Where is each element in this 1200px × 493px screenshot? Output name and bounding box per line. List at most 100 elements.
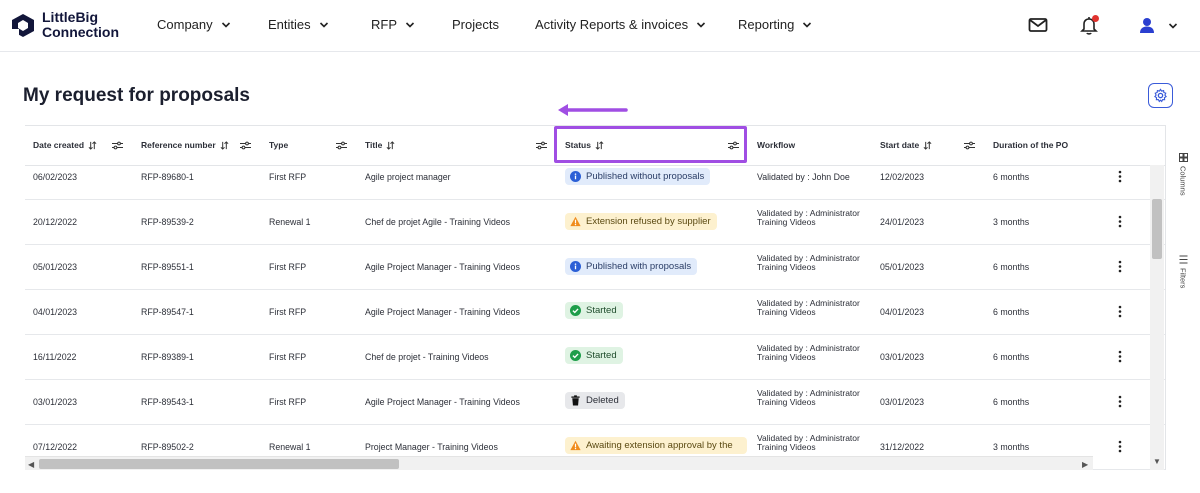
status-label: Deleted	[586, 395, 619, 406]
vertical-scroll-thumb[interactable]	[1152, 199, 1162, 259]
table-row[interactable]: 20/12/2022 RFP-89539-2 Renewal 1 Chef de…	[25, 200, 1165, 245]
table-row[interactable]: 05/01/2023 RFP-89551-1 First RFP Agile P…	[25, 245, 1165, 290]
column-header-reference-number[interactable]: Reference number	[141, 140, 229, 150]
column-header-label: Start date	[880, 140, 920, 150]
cell-type: First RFP	[269, 397, 307, 407]
cell-date-created: 04/01/2023	[33, 307, 78, 317]
table-row[interactable]: 03/01/2023 RFP-89543-1 First RFP Agile P…	[25, 380, 1165, 425]
cell-reference-number[interactable]: RFP-89680-1	[141, 172, 194, 182]
horizontal-scroll-thumb[interactable]	[39, 459, 399, 469]
cell-workflow: Validated by : Administrator Training Vi…	[757, 433, 860, 453]
filters-tab[interactable]: Filters	[1168, 255, 1198, 288]
status-label: Published without proposals	[586, 171, 705, 182]
cell-type: First RFP	[269, 352, 307, 362]
logo[interactable]: LittleBig Connection	[10, 9, 140, 43]
column-header-workflow[interactable]: Workflow	[757, 140, 795, 150]
vertical-scrollbar[interactable]: ▼	[1150, 165, 1164, 470]
column-header-date-created[interactable]: Date created	[33, 140, 97, 150]
column-header-label: Duration of the PO	[993, 140, 1069, 150]
settings-button[interactable]	[1148, 83, 1173, 108]
columns-tab[interactable]: Columns	[1168, 153, 1198, 196]
nav-activity-reports[interactable]: Activity Reports & invoices	[535, 17, 706, 32]
filter-sliders-icon[interactable]	[964, 141, 975, 150]
nav-projects[interactable]: Projects	[452, 17, 499, 32]
scroll-right-icon[interactable]: ▶	[1082, 460, 1088, 469]
more-actions-icon[interactable]	[1118, 305, 1122, 318]
nav-rfp[interactable]: RFP	[371, 17, 415, 32]
top-navigation: LittleBig Connection Company Entities RF…	[0, 0, 1200, 52]
nav-company[interactable]: Company	[157, 17, 231, 32]
horizontal-scrollbar[interactable]: ◀ ▶	[25, 456, 1093, 470]
cell-title[interactable]: Agile project manager	[365, 172, 451, 182]
more-actions-icon[interactable]	[1118, 395, 1122, 408]
nav-reporting[interactable]: Reporting	[738, 17, 812, 32]
chevron-down-icon	[319, 21, 328, 28]
status-badge: Published without proposals	[565, 168, 711, 185]
more-actions-icon[interactable]	[1118, 260, 1122, 273]
mail-icon[interactable]	[1027, 14, 1049, 36]
cell-reference-number[interactable]: RFP-89502-2	[141, 442, 194, 452]
filters-tab-label: Filters	[1178, 268, 1188, 289]
cell-reference-number[interactable]: RFP-89547-1	[141, 307, 194, 317]
table-row[interactable]: 04/01/2023 RFP-89547-1 First RFP Agile P…	[25, 290, 1165, 335]
cell-duration: 6 months	[993, 262, 1030, 272]
status-badge: Deleted	[565, 392, 625, 409]
column-header-duration[interactable]: Duration of the PO	[993, 140, 1068, 150]
cell-title[interactable]: Chef de projet Agile - Training Videos	[365, 217, 510, 227]
filter-sliders-icon[interactable]	[240, 141, 251, 150]
cell-duration: 6 months	[993, 307, 1030, 317]
column-header-label: Reference number	[141, 140, 216, 150]
column-header-title[interactable]: Title	[365, 140, 395, 150]
cell-workflow: Validated by : Administrator Training Vi…	[757, 253, 860, 273]
table-row[interactable]: 16/11/2022 RFP-89389-1 First RFP Chef de…	[25, 335, 1165, 380]
filter-sliders-icon[interactable]	[336, 141, 347, 150]
sort-icon[interactable]	[923, 140, 932, 150]
cell-title[interactable]: Agile Project Manager - Training Videos	[365, 397, 520, 407]
sort-icon[interactable]	[220, 140, 229, 150]
status-badge: Published with proposals	[565, 258, 698, 275]
cell-reference-number[interactable]: RFP-89389-1	[141, 352, 194, 362]
cell-start-date: 31/12/2022	[880, 442, 925, 452]
columns-tab-label: Columns	[1178, 166, 1188, 196]
annotation-arrow-icon	[558, 104, 628, 116]
chevron-down-icon	[697, 21, 706, 28]
cell-reference-number[interactable]: RFP-89551-1	[141, 262, 194, 272]
more-actions-icon[interactable]	[1118, 440, 1122, 453]
cell-reference-number[interactable]: RFP-89539-2	[141, 217, 194, 227]
cell-title[interactable]: Agile Project Manager - Training Videos	[365, 307, 520, 317]
column-header-type[interactable]: Type	[269, 140, 288, 150]
scroll-left-icon[interactable]: ◀	[28, 460, 34, 469]
cell-type: Renewal 1	[269, 442, 311, 452]
user-icon[interactable]	[1136, 14, 1158, 36]
logo-text: LittleBig Connection	[42, 10, 119, 40]
more-actions-icon[interactable]	[1118, 350, 1122, 363]
status-badge: Awaiting extension approval by the	[565, 437, 747, 454]
cell-type: First RFP	[269, 262, 307, 272]
nav-entities[interactable]: Entities	[268, 17, 329, 32]
cell-workflow: Validated by : Administrator Training Vi…	[757, 343, 860, 363]
filter-sliders-icon[interactable]	[536, 141, 547, 150]
cell-reference-number[interactable]: RFP-89543-1	[141, 397, 194, 407]
column-header-label: Date created	[33, 140, 85, 150]
cell-date-created: 06/02/2023	[33, 172, 78, 182]
nav-rfp-label: RFP	[371, 17, 397, 32]
chevron-down-icon[interactable]	[1168, 21, 1178, 31]
chevron-down-icon	[405, 21, 415, 28]
cell-type: Renewal 1	[269, 217, 311, 227]
column-header-start-date[interactable]: Start date	[880, 140, 932, 150]
scroll-down-icon[interactable]: ▼	[1153, 457, 1161, 466]
filter-sliders-icon[interactable]	[112, 141, 123, 150]
side-tool-panel: Columns Filters	[1165, 125, 1200, 470]
cell-date-created: 16/11/2022	[33, 352, 77, 362]
more-actions-icon[interactable]	[1118, 215, 1122, 228]
status-badge: Started	[565, 302, 623, 319]
cell-start-date: 24/01/2023	[880, 217, 925, 227]
table-row[interactable]: 06/02/2023 RFP-89680-1 First RFP Agile p…	[25, 154, 1165, 200]
sort-icon[interactable]	[88, 140, 97, 150]
cell-title[interactable]: Project Manager - Training Videos	[365, 442, 498, 452]
more-actions-icon[interactable]	[1118, 170, 1122, 183]
sort-icon[interactable]	[386, 140, 395, 150]
cell-date-created: 03/01/2023	[33, 397, 78, 407]
cell-title[interactable]: Agile Project Manager - Training Videos	[365, 262, 520, 272]
cell-title[interactable]: Chef de projet - Training Videos	[365, 352, 489, 362]
